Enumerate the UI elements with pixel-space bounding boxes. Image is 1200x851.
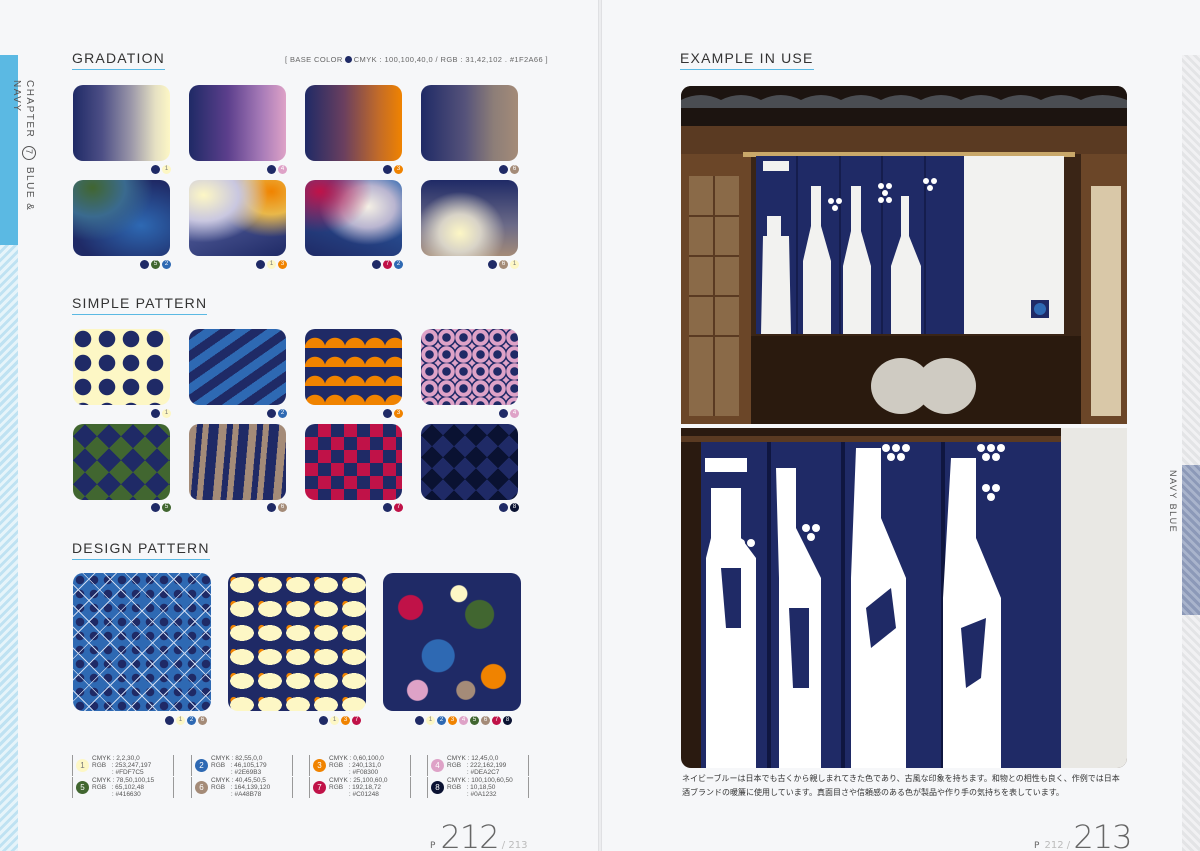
legend-color-3: 3 CMYK : 0,60,100,0 RGB : 240,131,0 : #F0… <box>309 755 411 776</box>
legend-color-2: 2 CMYK : 82,55,0,0 RGB : 46,105,179 : #2E… <box>191 755 293 776</box>
gradation-swatch-8-dots: 61 <box>488 260 519 269</box>
page-number-left: P 212 / 213 <box>430 818 528 851</box>
gradation-swatch-3[interactable] <box>305 85 402 161</box>
base-color-dot <box>344 56 352 63</box>
chapter-side-tab[interactable] <box>0 55 18 851</box>
gradation-swatch-5-dots: 52 <box>140 260 171 269</box>
simple-pattern-swatch-2[interactable] <box>189 329 286 405</box>
chapter-side-tab-right[interactable] <box>1182 55 1200 851</box>
noren-entrance-photo <box>681 86 1127 424</box>
simple-pattern-swatch-4-dots: 4 <box>499 409 519 418</box>
legend-color-5: 5 CMYK : 78,50,100,15 RGB : 65,102,48 : #… <box>72 777 174 798</box>
right-page: EXAMPLE IN USE NAVY BLUE P 212 / 213 <box>602 0 1200 851</box>
gradation-swatch-3-dots: 3 <box>383 165 403 174</box>
simple-pattern-swatch-7[interactable] <box>305 424 402 500</box>
gradation-swatch-7[interactable] <box>305 180 402 256</box>
design-pattern-swatch-2-dots: 137 <box>319 716 361 725</box>
gradation-swatch-1-dots: 1 <box>151 165 171 174</box>
simple-pattern-swatch-5[interactable] <box>73 424 170 500</box>
legend-color-8: 8 CMYK : 100,100,60,50 RGB : 10,18,50 : #… <box>427 777 529 798</box>
page-number-right: P 212 / 213 <box>1034 818 1132 851</box>
gradation-swatch-6[interactable] <box>189 180 286 256</box>
gradation-swatch-2[interactable] <box>189 85 286 161</box>
gradation-swatch-7-dots: 72 <box>372 260 403 269</box>
gradation-swatch-1[interactable] <box>73 85 170 161</box>
base-color-info: [ BASE COLOR CMYK : 100,100,40,0 / RGB : … <box>285 55 549 64</box>
simple-pattern-swatch-7-dots: 7 <box>383 503 403 512</box>
simple-pattern-swatch-5-dots: 5 <box>151 503 171 512</box>
gradation-swatch-4-dots: 6 <box>499 165 519 174</box>
legend-color-1: 1 CMYK : 2,2,30,0 RGB : 253,247,197 : #FD… <box>72 755 174 776</box>
gradation-swatch-4[interactable] <box>421 85 518 161</box>
gradation-heading: GRADATION <box>72 50 165 70</box>
gradation-swatch-2-dots: 4 <box>267 165 287 174</box>
design-pattern-swatch-3[interactable] <box>383 573 521 711</box>
design-pattern-swatch-3-dots: 12345678 <box>415 716 512 725</box>
noren-closeup-photo <box>681 428 1127 768</box>
chapter-label: CHAPTER 7 BLUE & NAVY <box>11 80 36 212</box>
gradation-swatch-5[interactable] <box>73 180 170 256</box>
example-caption: ネイビーブルーは日本でも古くから親しまれてきた色であり、古風な印象を持ちます。和… <box>682 774 1120 797</box>
simple-pattern-swatch-1[interactable] <box>73 329 170 405</box>
simple-pattern-swatch-3-dots: 3 <box>383 409 403 418</box>
simple-pattern-swatch-1-dots: 1 <box>151 409 171 418</box>
simple-pattern-swatch-6-dots: 6 <box>267 503 287 512</box>
simple-pattern-swatch-4[interactable] <box>421 329 518 405</box>
simple-pattern-swatch-6[interactable] <box>189 424 286 500</box>
simple-pattern-swatch-8-dots: 8 <box>499 503 519 512</box>
gradation-swatch-8[interactable] <box>421 180 518 256</box>
design-pattern-swatch-1[interactable] <box>73 573 211 711</box>
left-page: CHAPTER 7 BLUE & NAVY GRADATION [ BASE C… <box>0 0 598 851</box>
design-pattern-heading: DESIGN PATTERN <box>72 540 210 560</box>
gradation-swatch-6-dots: 13 <box>256 260 287 269</box>
simple-pattern-swatch-8[interactable] <box>421 424 518 500</box>
legend-color-7: 7 CMYK : 25,100,60,0 RGB : 192,18,72 : #C… <box>309 777 411 798</box>
chapter-number-badge: 7 <box>22 145 36 160</box>
legend-color-6: 6 CMYK : 40,45,50,5 RGB : 164,139,120 : #… <box>191 777 293 798</box>
simple-pattern-heading: SIMPLE PATTERN <box>72 295 208 315</box>
legend-color-4: 4 CMYK : 12,45,0,0 RGB : 222,162,199 : #D… <box>427 755 529 776</box>
example-heading: EXAMPLE IN USE <box>680 50 814 70</box>
navy-blue-side-label: NAVY BLUE <box>1168 470 1178 534</box>
design-pattern-swatch-2[interactable] <box>228 573 366 711</box>
simple-pattern-swatch-2-dots: 2 <box>267 409 287 418</box>
design-pattern-swatch-1-dots: 126 <box>165 716 207 725</box>
simple-pattern-swatch-3[interactable] <box>305 329 402 405</box>
